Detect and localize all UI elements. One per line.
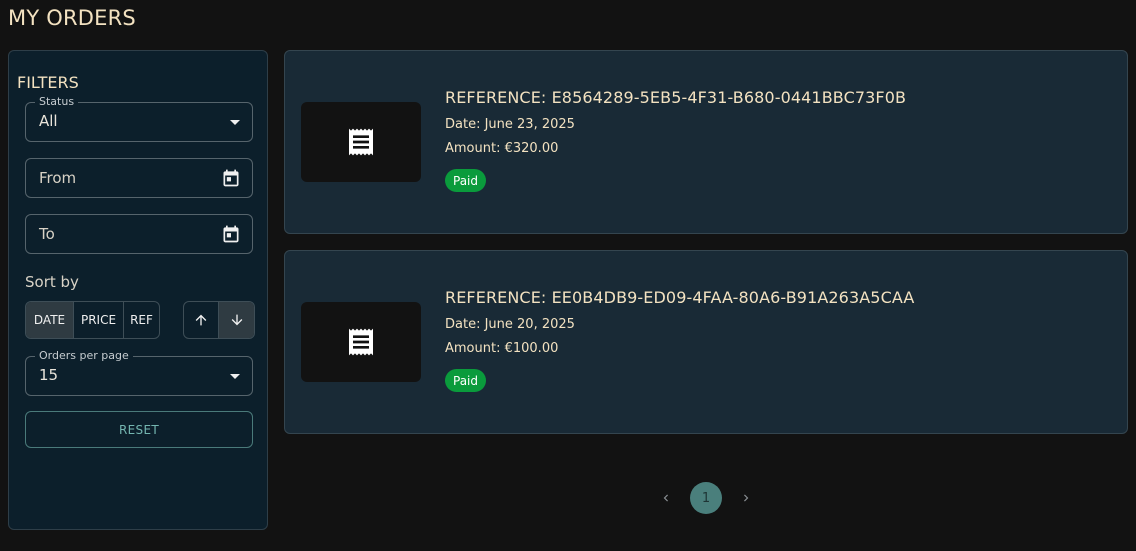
order-thumbnail (301, 302, 421, 382)
sort-price-button[interactable]: PRICE (74, 302, 124, 338)
calendar-icon[interactable] (221, 224, 241, 244)
sort-ref-button[interactable]: REF (124, 302, 159, 338)
order-amount: Amount: €320.00 (445, 141, 559, 156)
page-number-current[interactable]: 1 (690, 482, 722, 514)
to-placeholder: To (39, 225, 55, 243)
status-value: All (39, 112, 58, 130)
per-page-value: 15 (39, 366, 59, 384)
sort-date-button[interactable]: DATE (26, 302, 74, 338)
order-date: Date: June 23, 2025 (445, 117, 575, 132)
order-card[interactable]: REFERENCE: EE0B4DB9-ED09-4FAA-80A6-B91A2… (284, 250, 1128, 434)
receipt-icon (349, 128, 373, 156)
pagination: 1 (656, 482, 756, 514)
order-reference: REFERENCE: E8564289-5EB5-4F31-B680-0441B… (445, 88, 907, 107)
sort-direction-toggle (183, 301, 255, 339)
sort-field-toggle: DATE PRICE REF (25, 301, 160, 339)
chevron-right-icon (744, 494, 749, 502)
page-title: MY ORDERS (8, 6, 136, 30)
order-amount: Amount: €100.00 (445, 341, 559, 356)
filters-panel: FILTERS Status All From To Sort by DATE … (8, 50, 268, 530)
to-date-field[interactable]: To (25, 214, 253, 254)
sort-ascending-button[interactable] (184, 302, 219, 338)
status-select[interactable]: Status All (25, 95, 253, 142)
previous-page-button[interactable] (656, 482, 676, 514)
arrow-down-icon (231, 314, 242, 326)
from-date-field[interactable]: From (25, 158, 253, 198)
order-card[interactable]: REFERENCE: E8564289-5EB5-4F31-B680-0441B… (284, 50, 1128, 234)
sort-descending-button[interactable] (219, 302, 254, 338)
next-page-button[interactable] (736, 482, 756, 514)
calendar-icon[interactable] (221, 168, 241, 188)
receipt-icon (349, 328, 373, 356)
status-badge: Paid (445, 369, 487, 392)
from-placeholder: From (39, 169, 77, 187)
order-thumbnail (301, 102, 421, 182)
reset-button[interactable]: RESET (25, 411, 253, 448)
arrow-up-icon (195, 314, 207, 326)
orders-per-page-select[interactable]: Orders per page 15 (25, 349, 253, 396)
status-legend: Status (35, 95, 79, 108)
chevron-left-icon (663, 494, 668, 502)
sort-by-label: Sort by (25, 273, 79, 291)
filters-title: FILTERS (17, 73, 79, 92)
dropdown-caret-icon (230, 374, 240, 379)
order-date: Date: June 20, 2025 (445, 317, 575, 332)
status-badge: Paid (445, 169, 487, 192)
dropdown-caret-icon (230, 120, 240, 125)
order-reference: REFERENCE: EE0B4DB9-ED09-4FAA-80A6-B91A2… (445, 288, 915, 307)
per-page-legend: Orders per page (35, 349, 133, 362)
